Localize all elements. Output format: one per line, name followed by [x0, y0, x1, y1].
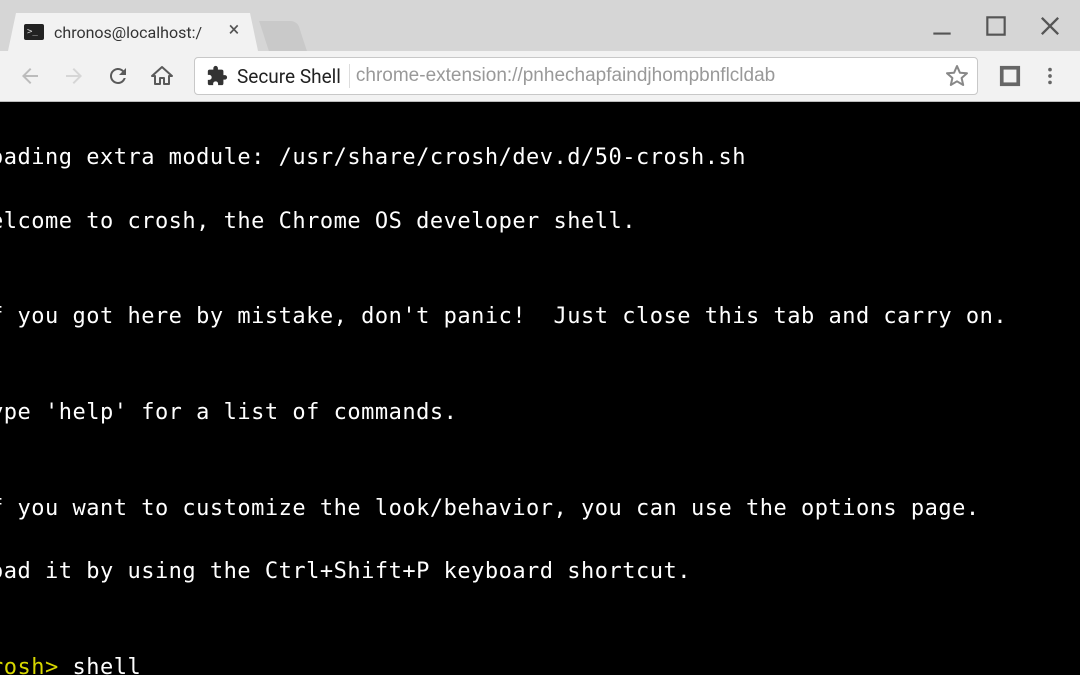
extension-icon	[205, 64, 229, 88]
tab-title: chronos@localhost:/	[54, 23, 214, 42]
terminal-viewport[interactable]: oading extra module: /usr/share/crosh/de…	[0, 102, 1080, 675]
address-bar[interactable]: Secure Shell chrome-extension://pnhechap…	[194, 57, 978, 95]
back-button[interactable]	[10, 56, 50, 96]
reload-button[interactable]	[98, 56, 138, 96]
tab-active[interactable]: >_ chronos@localhost:/ ×	[8, 13, 258, 51]
toolbar-actions	[990, 56, 1070, 96]
forward-button[interactable]	[54, 56, 94, 96]
close-window-button[interactable]	[1028, 6, 1072, 46]
terminal-line: elcome to crosh, the Chrome OS developer…	[0, 206, 1080, 238]
terminal-line: oading extra module: /usr/share/crosh/de…	[0, 142, 1080, 174]
menu-button[interactable]	[1030, 56, 1070, 96]
crosh-command: shell	[59, 655, 141, 675]
crosh-prompt-line: rosh> shell	[0, 652, 1080, 675]
url-text: chrome-extension://pnhechapfaindjhompbnf…	[356, 65, 941, 87]
terminal-line: f you want to customize the look/behavio…	[0, 493, 1080, 525]
new-tab-button[interactable]	[259, 21, 307, 51]
terminal-favicon: >_	[24, 24, 44, 40]
minimize-button[interactable]	[920, 6, 964, 46]
terminal-line: f you got here by mistake, don't panic! …	[0, 301, 1080, 333]
crosh-prompt: rosh>	[0, 655, 59, 675]
home-button[interactable]	[142, 56, 182, 96]
close-tab-button[interactable]: ×	[226, 24, 242, 40]
extension-action-button[interactable]	[990, 56, 1030, 96]
omnibox-divider	[349, 64, 350, 88]
terminal-line: ype 'help' for a list of commands.	[0, 397, 1080, 429]
terminal-line: oad it by using the Ctrl+Shift+P keyboar…	[0, 556, 1080, 588]
extension-label: Secure Shell	[237, 65, 341, 88]
window-controls	[920, 0, 1080, 51]
maximize-button[interactable]	[974, 6, 1018, 46]
browser-chrome: >_ chronos@localhost:/ ×	[0, 0, 1080, 102]
toolbar: Secure Shell chrome-extension://pnhechap…	[0, 51, 1080, 102]
tab-strip: >_ chronos@localhost:/ ×	[0, 0, 1080, 51]
bookmark-star-icon[interactable]	[941, 60, 973, 92]
